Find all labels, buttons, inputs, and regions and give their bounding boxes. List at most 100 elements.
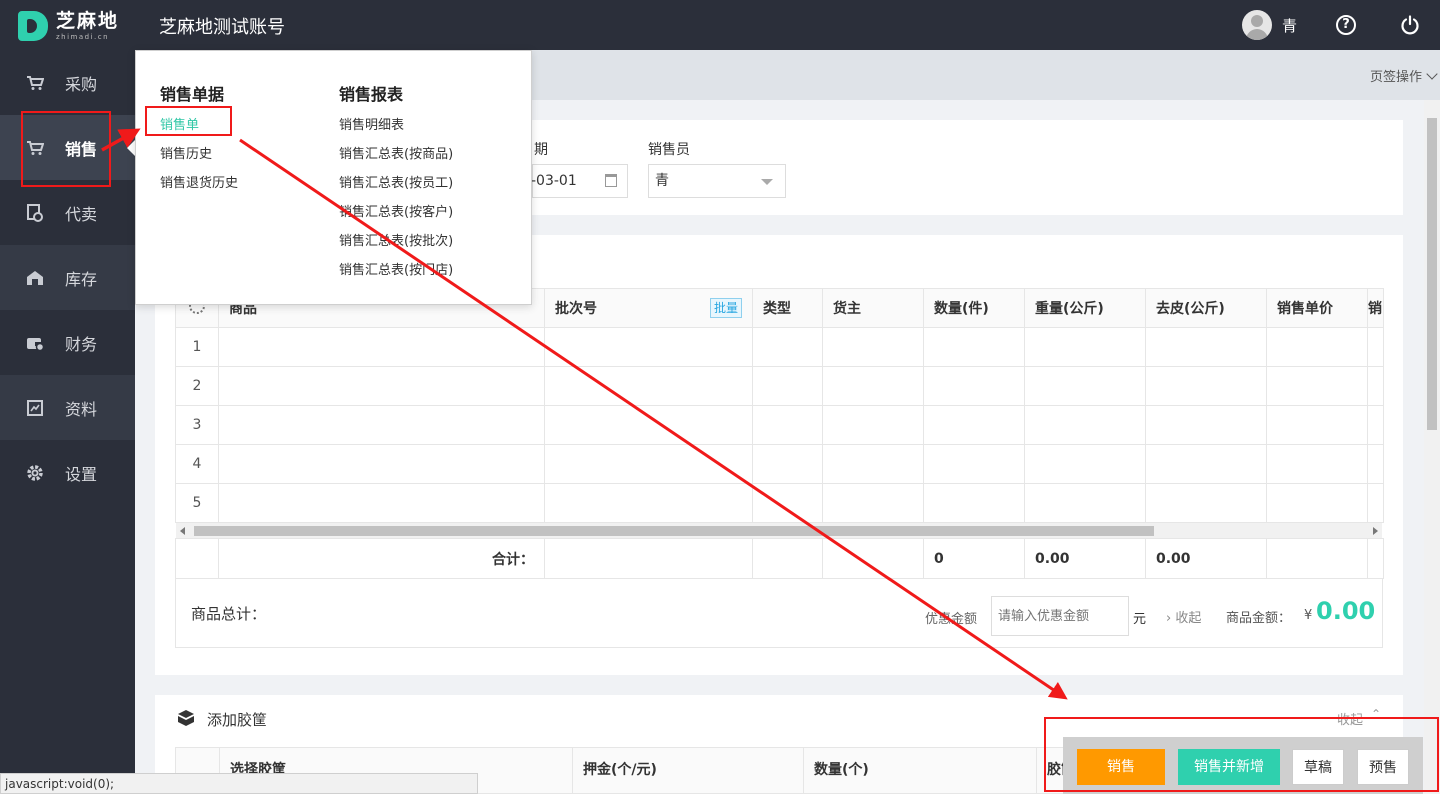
type-cell: [752, 444, 823, 484]
sidebar-item-label: 库存: [65, 269, 98, 289]
batch-cell[interactable]: [544, 366, 753, 406]
sidebar-item-finance[interactable]: 财务: [0, 310, 135, 375]
power-icon[interactable]: [1400, 15, 1420, 35]
weight-cell[interactable]: [1024, 483, 1146, 523]
tare-cell[interactable]: [1145, 405, 1267, 445]
gear-icon: [25, 463, 45, 483]
price-cell[interactable]: [1266, 366, 1368, 406]
price-cell[interactable]: [1266, 327, 1368, 367]
sum-weight: 0.00: [1024, 538, 1146, 579]
tare-cell[interactable]: [1145, 327, 1267, 367]
batch-cell[interactable]: [544, 483, 753, 523]
seller-select[interactable]: 青: [648, 164, 786, 198]
extra-cell: [1367, 366, 1384, 406]
price-cell[interactable]: [1266, 483, 1368, 523]
calendar-icon[interactable]: [605, 174, 617, 187]
date-value: -03-01: [531, 173, 577, 189]
owner-cell: [822, 444, 924, 484]
batch-cell[interactable]: [544, 444, 753, 484]
goods-cell[interactable]: [218, 444, 545, 484]
cart-icon: [25, 73, 45, 93]
price-cell[interactable]: [1266, 405, 1368, 445]
tare-cell[interactable]: [1145, 366, 1267, 406]
row-number: 1: [175, 327, 219, 367]
weight-cell[interactable]: [1024, 327, 1146, 367]
qty-cell[interactable]: [923, 405, 1025, 445]
goods-total-label: 商品总计：: [191, 605, 267, 623]
qty-cell[interactable]: [923, 327, 1025, 367]
extra-cell: [1367, 483, 1384, 523]
sidebar-item-label: 财务: [65, 334, 98, 354]
seller-label: 销售员: [648, 142, 690, 158]
chevron-down-icon: [1426, 67, 1438, 80]
table-row[interactable]: 4: [175, 444, 1384, 484]
qty-cell[interactable]: [923, 366, 1025, 406]
menu-item-report[interactable]: 销售汇总表(按门店): [339, 259, 453, 278]
active-caret-icon: [127, 140, 135, 156]
amount-label: 商品金额：: [1226, 611, 1292, 626]
chevron-right-icon: ›: [1166, 611, 1172, 626]
table-row[interactable]: 3: [175, 405, 1384, 445]
page-ops-dropdown[interactable]: 页签操作: [1370, 66, 1440, 85]
menu-item-report[interactable]: 销售汇总表(按商品): [339, 143, 453, 162]
annotation-box-sales-nav: [21, 111, 111, 187]
logo[interactable]: 芝麻地 zhimadi.cn: [18, 10, 119, 42]
batch-cell[interactable]: [544, 405, 753, 445]
menu-item-report[interactable]: 销售汇总表(按批次): [339, 230, 453, 249]
menu-item-report[interactable]: 销售明细表: [339, 114, 404, 133]
avatar[interactable]: [1242, 10, 1272, 40]
date-field[interactable]: -03-01: [531, 164, 628, 198]
browser-status-bar: javascript:void(0);: [0, 773, 478, 794]
type-cell: [752, 327, 823, 367]
goods-cell[interactable]: [218, 483, 545, 523]
sidebar-item-data[interactable]: 资料: [0, 375, 135, 440]
menu-section-title: 销售报表: [339, 85, 404, 104]
table-row[interactable]: 5: [175, 483, 1384, 523]
goods-cell[interactable]: [218, 405, 545, 445]
goods-cell[interactable]: [218, 327, 545, 367]
goods-cell[interactable]: [218, 366, 545, 406]
extra-cell: [1367, 327, 1384, 367]
sum-spacer: [1266, 538, 1368, 579]
sum-spacer: [544, 538, 753, 579]
table-row[interactable]: 1: [175, 327, 1384, 367]
menu-item-return-history[interactable]: 销售退货历史: [160, 172, 238, 191]
scroll-thumb[interactable]: [1427, 118, 1437, 430]
qty-cell[interactable]: [923, 444, 1025, 484]
weight-cell[interactable]: [1024, 405, 1146, 445]
date-label: 期: [534, 142, 548, 158]
collapse-toggle[interactable]: › 收起: [1166, 607, 1201, 626]
sidebar-item-inventory[interactable]: 库存: [0, 245, 135, 310]
table-row[interactable]: 2: [175, 366, 1384, 406]
type-cell: [752, 405, 823, 445]
box-icon: [177, 709, 195, 727]
horizontal-scrollbar[interactable]: [176, 522, 1382, 538]
sidebar-item-consign[interactable]: 代卖: [0, 180, 135, 245]
goods-table: 商品 批次号 批量 类型 货主 数量(件) 重量(公斤) 去皮(公斤) 销售单价 …: [175, 288, 1384, 523]
column-header-batch: 批次号 批量: [544, 288, 753, 328]
scroll-left-icon[interactable]: [180, 527, 185, 535]
sidebar-item-settings[interactable]: 设置: [0, 440, 135, 505]
scroll-thumb[interactable]: [194, 526, 1154, 536]
qty-cell[interactable]: [923, 483, 1025, 523]
tare-cell[interactable]: [1145, 444, 1267, 484]
help-icon[interactable]: ?: [1336, 15, 1356, 35]
menu-item-report[interactable]: 销售汇总表(按员工): [339, 172, 453, 191]
price-cell[interactable]: [1266, 444, 1368, 484]
sum-spacer: [752, 538, 823, 579]
batch-button[interactable]: 批量: [709, 298, 742, 318]
weight-cell[interactable]: [1024, 444, 1146, 484]
column-header: 去皮(公斤): [1145, 288, 1267, 328]
user-name[interactable]: 青: [1282, 15, 1297, 36]
batch-cell[interactable]: [544, 327, 753, 367]
sidebar-item-label: 采购: [65, 74, 98, 94]
weight-cell[interactable]: [1024, 366, 1146, 406]
sidebar-item-label: 代卖: [65, 204, 98, 224]
scroll-right-icon[interactable]: [1373, 527, 1378, 535]
menu-item-report[interactable]: 销售汇总表(按客户): [339, 201, 453, 220]
discount-input[interactable]: [991, 596, 1129, 636]
vertical-scrollbar[interactable]: [1424, 100, 1440, 794]
tare-cell[interactable]: [1145, 483, 1267, 523]
sidebar-item-purchase[interactable]: 采购: [0, 50, 135, 115]
menu-item-sales-history[interactable]: 销售历史: [160, 143, 212, 162]
